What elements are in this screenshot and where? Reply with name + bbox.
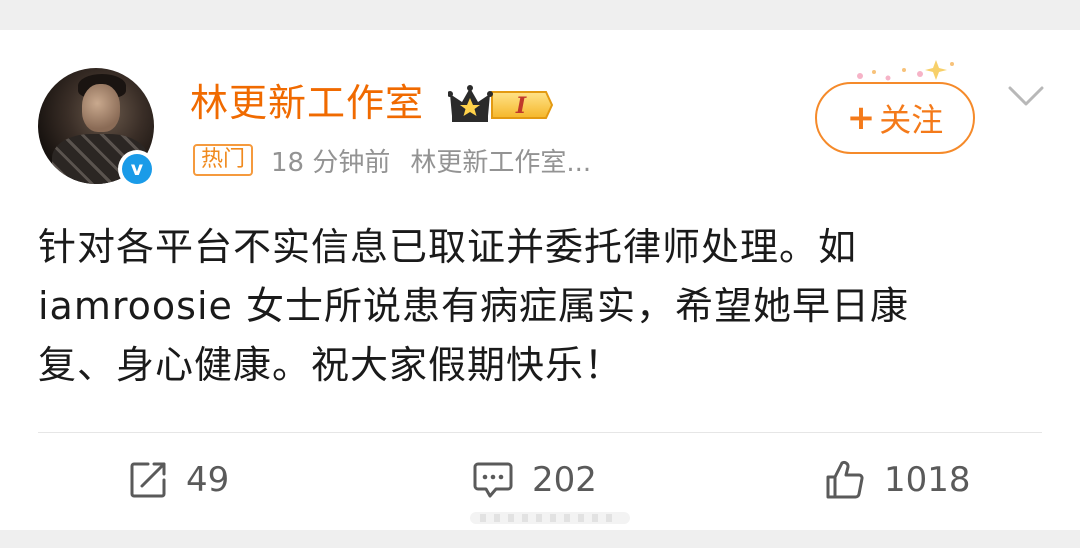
- comment-count: 202: [532, 460, 597, 500]
- follow-label: 关注: [879, 101, 944, 139]
- vip-crown-badge-icon[interactable]: I: [448, 82, 556, 128]
- vip-level-text: I: [515, 93, 527, 119]
- repost-button[interactable]: 49: [128, 456, 229, 504]
- plus-icon: +: [846, 98, 876, 138]
- chevron-down-icon[interactable]: [1006, 84, 1046, 108]
- verified-mark: v: [122, 154, 152, 184]
- share-icon: [130, 462, 166, 498]
- post-text-line: 复、身心健康。祝大家假期快乐！: [38, 343, 624, 387]
- comment-button[interactable]: 202: [472, 456, 597, 504]
- sparkle-decoration-icon: [857, 60, 954, 81]
- repost-count: 49: [186, 460, 230, 500]
- post-meta: 热门 18 分钟前 林更新工作室...: [193, 140, 591, 180]
- weibo-post-card: v 林更新工作室 I 热门 18 分钟前 林更新工作室... + 关注 针对各平…: [0, 30, 1080, 530]
- thumbs-up-icon: [826, 460, 864, 499]
- verified-badge-icon: v: [118, 150, 156, 188]
- post-time: 18 分钟前: [271, 147, 391, 178]
- divider: [38, 432, 1042, 433]
- comment-icon: [473, 462, 513, 498]
- post-text-line: 针对各平台不实信息已取证并委托律师处理。如: [38, 225, 858, 269]
- follow-button[interactable]: + 关注: [815, 82, 975, 154]
- post-text: 针对各平台不实信息已取证并委托律师处理。如 iamroosie 女士所说患有病症…: [38, 218, 1042, 395]
- username[interactable]: 林更新工作室: [190, 80, 424, 126]
- hot-tag: 热门: [193, 144, 254, 176]
- like-button[interactable]: 1018: [824, 456, 971, 504]
- watermark-decoration-icon: [470, 512, 630, 524]
- like-count: 1018: [884, 460, 971, 500]
- post-source[interactable]: 林更新工作室...: [410, 142, 591, 179]
- post-text-line: iamroosie 女士所说患有病症属实，希望她早日康: [38, 284, 909, 328]
